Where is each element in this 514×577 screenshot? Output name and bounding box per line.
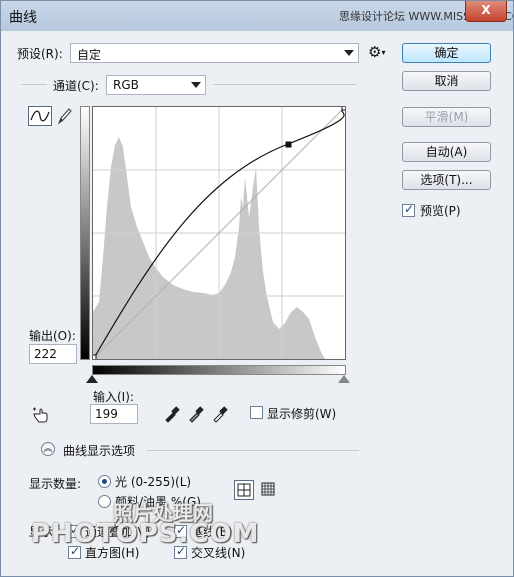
light-radio-label: 光 (0-255)(L) — [115, 475, 192, 489]
expand-chevron-icon[interactable]: ︽ — [41, 442, 55, 456]
curves-dialog: 曲线 思缘设计论坛 WWW.MISSYUAN.COM X 预设(R): 自定 ⚙… — [0, 0, 514, 577]
group-divider — [147, 450, 359, 451]
pigment-radio[interactable] — [98, 495, 111, 508]
grid-10-icon[interactable] — [259, 480, 279, 500]
ok-button[interactable]: 确定 — [402, 43, 491, 63]
preview-label: 预览(P) — [420, 204, 461, 218]
chevron-down-icon — [344, 50, 354, 56]
eyedropper-black-icon[interactable] — [163, 405, 181, 423]
show-clipping-checkbox[interactable] — [250, 406, 263, 419]
curve-graph-canvas[interactable] — [93, 107, 345, 359]
preset-value: 自定 — [77, 48, 102, 62]
curve-control-point — [285, 141, 292, 148]
output-field[interactable]: 222 — [29, 344, 77, 364]
grid-4-icon[interactable] — [234, 480, 254, 500]
preview-checkbox[interactable] — [402, 202, 415, 217]
target-adjust-hand-icon[interactable] — [31, 404, 53, 424]
cancel-button[interactable]: 取消 — [402, 71, 491, 91]
title-bar: 曲线 思缘设计论坛 WWW.MISSYUAN.COM X — [1, 1, 513, 31]
smooth-button[interactable]: 平滑(M) — [402, 107, 491, 127]
black-point-slider[interactable] — [86, 375, 98, 383]
channel-select[interactable]: RGB — [106, 75, 206, 95]
show-clipping-label: 显示修剪(W) — [267, 407, 337, 421]
channel-label: 通道(C): — [53, 79, 99, 93]
close-button[interactable]: X — [465, 1, 507, 22]
group-divider — [213, 84, 356, 85]
curve-mode-icon[interactable] — [28, 106, 52, 126]
preset-select[interactable]: 自定 — [70, 43, 359, 63]
light-radio[interactable] — [98, 475, 111, 488]
channel-value: RGB — [113, 78, 139, 92]
curve-endpoint — [341, 107, 345, 111]
preset-label: 预设(R): — [17, 47, 63, 61]
input-gradient-bar — [92, 365, 346, 375]
curve-endpoint — [93, 354, 97, 359]
window-title: 曲线 — [9, 10, 37, 26]
eyedropper-gray-icon[interactable] — [187, 405, 205, 423]
show-amount-label: 显示数量: — [29, 477, 82, 491]
curve-options-label: 曲线显示选项 — [63, 444, 136, 458]
eyedropper-white-icon[interactable] — [211, 405, 229, 423]
pencil-icon[interactable] — [56, 106, 74, 126]
auto-button[interactable]: 自动(A) — [402, 142, 491, 162]
group-divider — [21, 84, 47, 85]
options-button[interactable]: 选项(T)... — [402, 170, 491, 190]
output-gradient-bar — [80, 106, 90, 360]
chevron-down-icon — [191, 82, 201, 88]
input-label: 输入(I): — [93, 390, 134, 404]
input-field[interactable]: 199 — [90, 404, 138, 424]
watermark-en: PHOTOPS.COM — [31, 519, 260, 549]
curve-graph[interactable] — [92, 106, 346, 360]
output-label: 输出(O): — [29, 329, 76, 343]
white-point-slider[interactable] — [338, 375, 350, 383]
gear-icon[interactable]: ⚙▾ — [368, 43, 385, 61]
